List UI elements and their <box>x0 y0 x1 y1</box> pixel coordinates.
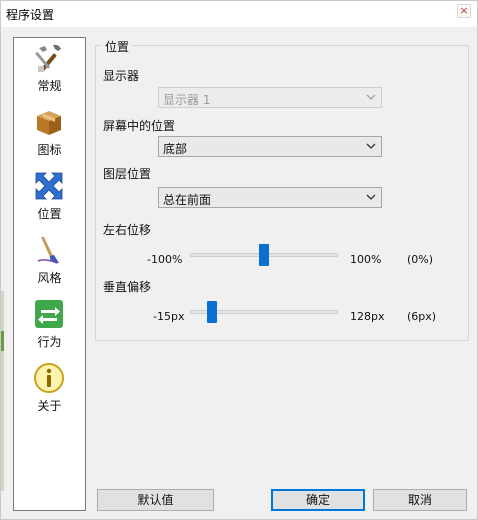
paintbrush-icon <box>37 237 59 264</box>
defaults-button[interactable]: 默认值 <box>97 489 214 511</box>
sidebar-item-label: 位置 <box>37 207 62 221</box>
monitor-select-value: 显示器 1 <box>163 93 211 107</box>
screen-position-select[interactable]: 底部 <box>158 136 382 157</box>
category-sidebar: 常规 图标 位置 风格 行为 关于 <box>13 37 86 511</box>
group-title: 位置 <box>102 38 133 55</box>
settings-window: 程序设置 × 常规 图标 位置 风格 行为 关于 位置 显示器 显示器 1 屏幕… <box>0 0 478 520</box>
vertical-offset-label: 垂直偏移 <box>103 280 152 294</box>
info-icon <box>34 363 64 393</box>
move-arrows-icon <box>35 172 63 200</box>
sidebar-item-label: 常规 <box>37 79 62 93</box>
sidebar-item-about[interactable]: 关于 <box>14 362 85 422</box>
horizontal-offset-label: 左右位移 <box>103 223 152 237</box>
window-title: 程序设置 <box>6 8 55 22</box>
monitor-select[interactable]: 显示器 1 <box>158 87 382 108</box>
horizontal-offset-min: -100% <box>147 253 183 266</box>
sidebar-item-label: 风格 <box>37 271 62 285</box>
chevron-down-icon <box>366 94 376 100</box>
tools-icon <box>35 44 61 72</box>
layer-position-select[interactable]: 总在前面 <box>158 187 382 208</box>
swap-arrows-icon <box>35 300 63 328</box>
chevron-down-icon <box>366 194 376 200</box>
sidebar-item-style[interactable]: 风格 <box>14 234 85 294</box>
package-icon <box>37 111 61 135</box>
vertical-offset-min: -15px <box>153 310 185 323</box>
horizontal-offset-value: (0%) <box>407 253 434 266</box>
horizontal-offset-max: 100% <box>350 253 382 266</box>
close-button[interactable]: × <box>457 4 471 18</box>
vertical-offset-max: 128px <box>350 310 385 323</box>
ok-button[interactable]: 确定 <box>271 489 365 511</box>
monitor-label: 显示器 <box>103 69 140 83</box>
sidebar-item-label: 图标 <box>37 143 62 157</box>
cancel-button[interactable]: 取消 <box>373 489 467 511</box>
background-edge-accent <box>1 331 4 351</box>
sidebar-item-general[interactable]: 常规 <box>14 42 85 102</box>
vertical-offset-slider-thumb[interactable] <box>207 301 218 323</box>
vertical-offset-value: (6px) <box>407 310 437 323</box>
sidebar-item-icons[interactable]: 图标 <box>14 106 85 166</box>
sidebar-item-label: 行为 <box>37 335 62 349</box>
horizontal-offset-slider-thumb[interactable] <box>259 244 269 266</box>
title-bar: 程序设置 × <box>1 1 477 27</box>
chevron-down-icon <box>366 143 376 149</box>
background-edge <box>1 291 4 491</box>
layer-position-select-value: 总在前面 <box>163 193 212 207</box>
screen-position-label: 屏幕中的位置 <box>103 119 176 133</box>
screen-position-select-value: 底部 <box>163 142 188 156</box>
sidebar-item-label: 关于 <box>37 399 62 413</box>
sidebar-item-behavior[interactable]: 行为 <box>14 298 85 358</box>
layer-position-label: 图层位置 <box>103 167 152 181</box>
close-icon: × <box>459 4 469 17</box>
sidebar-item-position[interactable]: 位置 <box>14 170 85 230</box>
